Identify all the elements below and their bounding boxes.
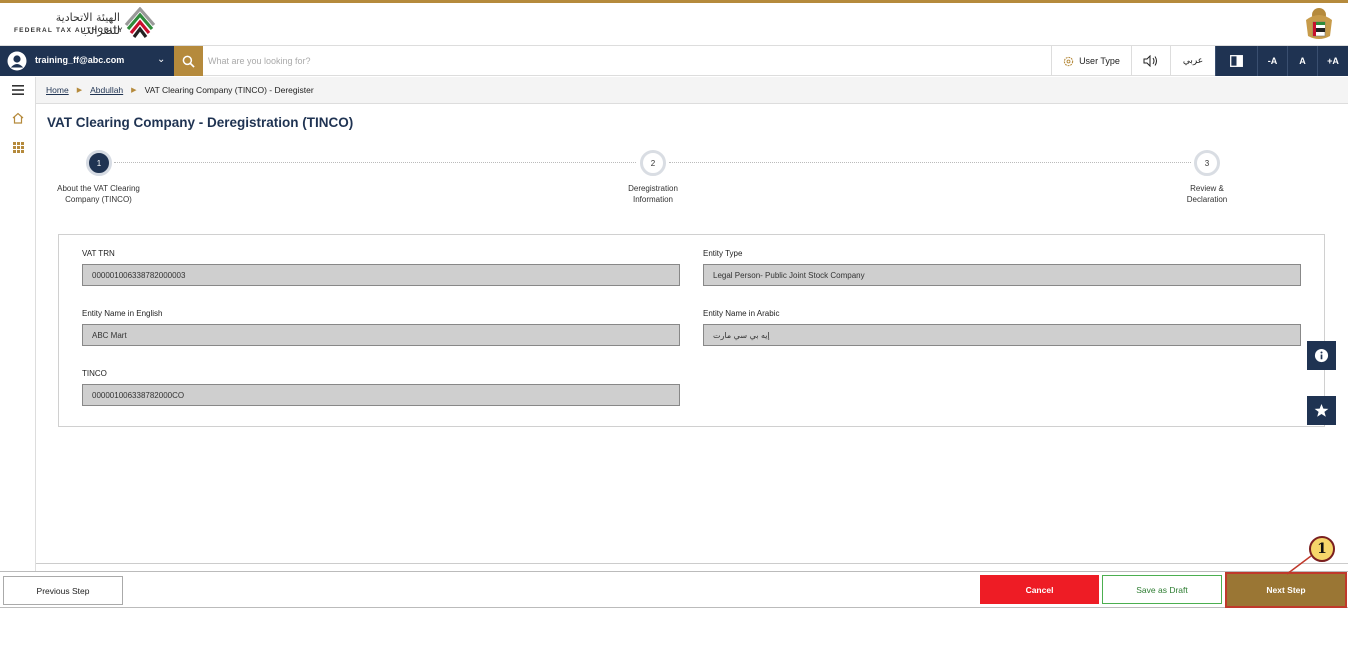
speaker-icon	[1143, 55, 1157, 67]
content-divider	[36, 563, 1348, 564]
vat-trn-label: VAT TRN	[82, 249, 115, 258]
uae-emblem-icon	[1306, 8, 1332, 39]
services-grid-button[interactable]	[0, 134, 36, 160]
search-button[interactable]	[174, 46, 203, 76]
star-icon	[1314, 403, 1329, 417]
font-decrease-button[interactable]: -A	[1257, 46, 1287, 76]
page-title: VAT Clearing Company - Deregistration (T…	[47, 115, 354, 130]
stepper-connector	[669, 162, 1191, 163]
speaker-button[interactable]	[1131, 46, 1170, 76]
logo-text-english: FEDERAL TAX AUTHORITY	[14, 27, 124, 34]
favorite-button[interactable]	[1307, 396, 1336, 425]
step-2-label: Deregistration Information	[628, 184, 678, 204]
action-footer: Previous Step Cancel Save as Draft Next …	[0, 571, 1348, 608]
ftc-logo-icon[interactable]	[122, 7, 158, 43]
previous-step-button[interactable]: Previous Step	[3, 576, 123, 605]
side-navigation	[0, 77, 36, 572]
user-menu[interactable]: training_ff@abc.com ⌄	[0, 46, 174, 76]
tinco-label: TINCO	[82, 369, 107, 378]
entity-name-ar-label: Entity Name in Arabic	[703, 309, 780, 318]
menu-icon	[12, 85, 24, 95]
breadcrumb-arrow-icon: ▶	[76, 87, 83, 94]
step-3-indicator[interactable]: 3	[1194, 150, 1220, 176]
breadcrumb-arrow-icon: ▶	[131, 87, 137, 94]
entity-name-en-label: Entity Name in English	[82, 309, 163, 318]
entity-name-ar-field: إيه بي سي مارت	[703, 324, 1301, 346]
breadcrumb: Home ▶ Abdullah ▶ VAT Clearing Company (…	[36, 77, 1348, 104]
save-as-draft-button[interactable]: Save as Draft	[1102, 575, 1222, 604]
step-3-label: Review & Declaration	[1186, 184, 1228, 204]
user-type-button[interactable]: User Type	[1051, 46, 1131, 76]
menu-button[interactable]	[0, 77, 36, 103]
entity-name-en-field: ABC Mart	[82, 324, 680, 346]
stepper-connector	[114, 162, 636, 163]
top-toolbar: training_ff@abc.com ⌄ User Type عربي -A …	[0, 46, 1348, 76]
contrast-button[interactable]	[1215, 46, 1257, 76]
home-nav-button[interactable]	[0, 105, 36, 131]
user-email: training_ff@abc.com	[35, 55, 125, 65]
breadcrumb-home-link[interactable]: Home	[46, 85, 69, 95]
step-2-indicator[interactable]: 2	[640, 150, 666, 176]
step-1-indicator[interactable]: 1	[86, 150, 112, 176]
breadcrumb-current: VAT Clearing Company (TINCO) - Deregiste…	[144, 85, 314, 95]
annotation-marker: 1	[1309, 536, 1335, 562]
search-icon	[182, 55, 195, 68]
tinco-field: 000001006338782000CO	[82, 384, 680, 406]
font-normal-button[interactable]: A	[1287, 46, 1317, 76]
chevron-down-icon[interactable]: ⌄	[157, 54, 165, 65]
grid-icon	[12, 141, 24, 153]
vat-trn-field: 000001006338782000003	[82, 264, 680, 286]
info-button[interactable]	[1307, 341, 1336, 370]
contrast-icon	[1230, 55, 1243, 67]
language-toggle[interactable]: عربي	[1170, 46, 1215, 76]
entity-type-field: Legal Person- Public Joint Stock Company	[703, 264, 1301, 286]
next-step-button[interactable]: Next Step	[1225, 572, 1347, 608]
user-type-label: User Type	[1079, 56, 1120, 66]
site-header: الهيئة الاتحادية للضرائب FEDERAL TAX AUT…	[0, 3, 1348, 46]
cancel-button[interactable]: Cancel	[980, 575, 1099, 604]
user-avatar-icon	[7, 51, 27, 71]
breadcrumb-user-link[interactable]: Abdullah	[90, 85, 123, 95]
search-input[interactable]	[208, 50, 608, 72]
gear-icon	[1063, 56, 1074, 66]
step-1-label: About the VAT Clearing Company (TINCO)	[57, 184, 140, 204]
font-increase-button[interactable]: +A	[1317, 46, 1348, 76]
info-icon	[1314, 348, 1329, 363]
entity-type-label: Entity Type	[703, 249, 743, 258]
entity-details-card: VAT TRN 000001006338782000003 Entity Typ…	[58, 234, 1325, 427]
home-icon	[12, 112, 24, 124]
